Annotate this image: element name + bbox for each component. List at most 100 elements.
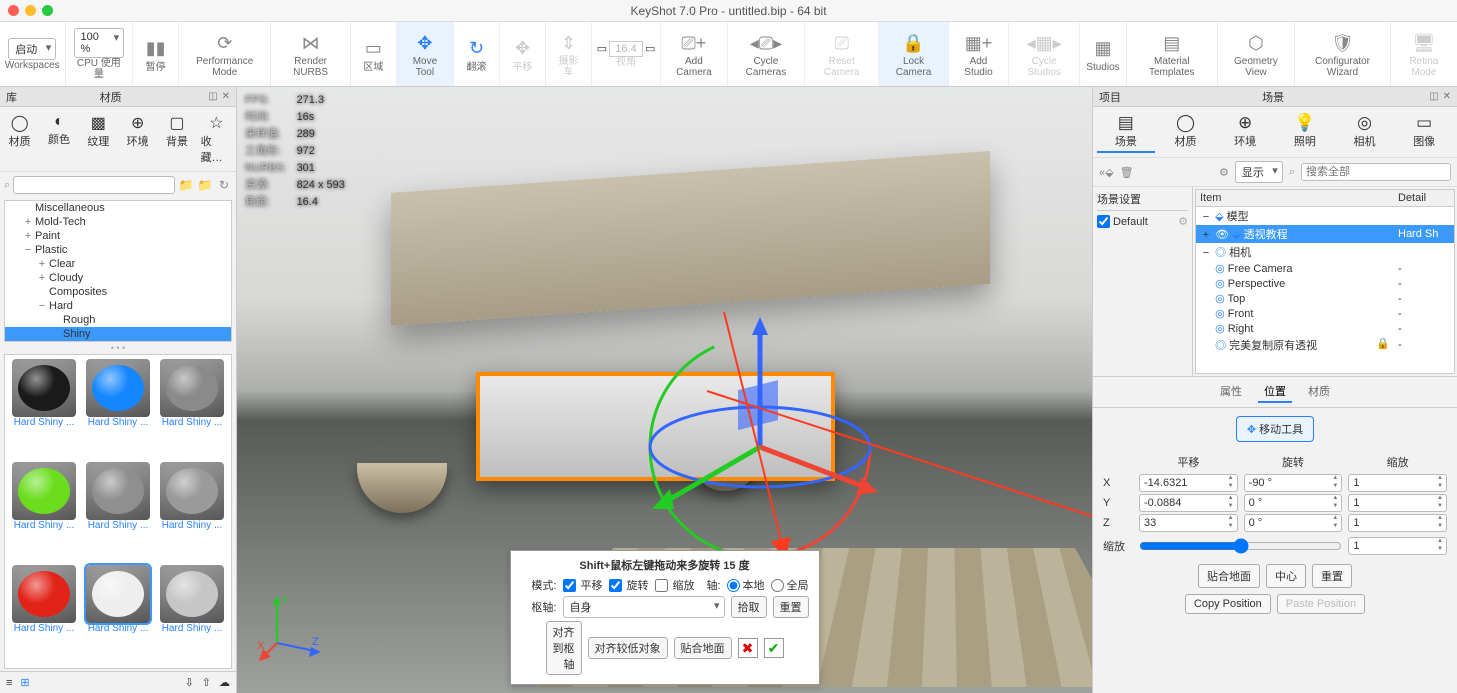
reset-button[interactable]: 重置 (1312, 564, 1352, 588)
tree-item[interactable]: +Paint (5, 229, 231, 243)
tab-texture[interactable]: ▩纹理 (81, 111, 116, 167)
add-camera-button[interactable]: ⎚+Add Camera (661, 22, 728, 86)
refresh-icon[interactable]: ↻ (216, 177, 232, 193)
tab-materials[interactable]: 材质 (1302, 381, 1336, 403)
snap-ground-button[interactable]: 贴合地面 (1198, 564, 1260, 588)
copy-position-button[interactable]: Copy Position (1185, 594, 1271, 614)
tx-input[interactable] (1139, 474, 1238, 492)
tree-item[interactable]: +Mold-Tech (5, 215, 231, 229)
sy-input[interactable] (1348, 494, 1447, 512)
region-button[interactable]: ▭区域 (351, 22, 397, 86)
scene-item[interactable]: ◎ Front- (1196, 306, 1454, 321)
scale-input[interactable] (1348, 537, 1447, 555)
scene-item[interactable]: − ⬙ 模型 (1196, 207, 1454, 226)
scene-item[interactable]: − ◎ 相机 (1196, 243, 1454, 261)
launch-dropdown[interactable]: 启动 (8, 38, 56, 60)
reset-camera-button[interactable]: ⎚Reset Camera (805, 22, 879, 86)
show-dropdown[interactable]: 显示 (1235, 161, 1283, 183)
move-tool-button[interactable]: ✥Move Tool (397, 22, 454, 86)
material-thumbnail[interactable]: Hard Shiny ... (83, 359, 153, 458)
pause-button[interactable]: ▮▮暂停 (133, 22, 179, 86)
material-thumbnail[interactable]: Hard Shiny ... (157, 565, 227, 664)
tab-scene[interactable]: ▤场景 (1097, 111, 1155, 153)
material-thumbnail[interactable]: Hard Shiny ... (9, 462, 79, 561)
scene-item[interactable]: ◎ Free Camera- (1196, 261, 1454, 276)
retina-button[interactable]: 🖥Retina Mode (1391, 22, 1457, 86)
tab-environment[interactable]: ⊕环境 (1216, 111, 1274, 153)
material-thumbnail[interactable]: Hard Shiny ... (83, 565, 153, 664)
undock-icon[interactable]: ◫ (208, 91, 217, 102)
center-button[interactable]: 中心 (1266, 564, 1306, 588)
lock-camera-button[interactable]: 🔒Lock Camera (879, 22, 949, 86)
scene-tree[interactable]: ItemDetail − ⬙ 模型+ 👁 ⬙ 透视教程Hard Sh− ◎ 相机… (1195, 189, 1455, 374)
library-search-input[interactable] (13, 176, 175, 194)
scale-slider[interactable] (1139, 538, 1342, 554)
cycle-cameras-button[interactable]: ◂⎚▸Cycle Cameras (728, 22, 805, 86)
axis-global-radio[interactable]: 全局 (771, 577, 809, 593)
tree-item[interactable]: −Hard (5, 299, 231, 313)
folder-icon[interactable]: 📁 (178, 177, 194, 193)
rz-input[interactable] (1244, 514, 1343, 532)
selected-object[interactable] (476, 372, 835, 481)
tree-item[interactable]: Rough (5, 313, 231, 327)
tab-material[interactable]: ◯材质 (1157, 111, 1215, 153)
rx-input[interactable] (1244, 474, 1343, 492)
geometry-view-button[interactable]: ⬡Geometry View (1218, 22, 1295, 86)
tab-camera[interactable]: ◎相机 (1336, 111, 1394, 153)
cpu-dropdown[interactable]: 100 % (74, 28, 125, 58)
tab-material[interactable]: ◯材质 (2, 111, 37, 167)
splitter[interactable]: • • • (0, 344, 236, 352)
tab-color[interactable]: ◐颜色 (41, 111, 76, 167)
tab-lighting[interactable]: 💡照明 (1276, 111, 1334, 153)
tab-position[interactable]: 位置 (1258, 381, 1292, 403)
tree-item[interactable]: −Plastic (5, 243, 231, 257)
list-view-icon[interactable]: ≡ (6, 677, 12, 689)
confirm-button[interactable]: ✔ (764, 638, 784, 658)
gear-icon[interactable]: ⚙ (1178, 215, 1188, 228)
move-tool-button[interactable]: ✥ 移动工具 (1236, 416, 1314, 442)
material-thumbnail[interactable]: Hard Shiny ... (9, 565, 79, 664)
mode-rotate-check[interactable]: 旋转 (608, 577, 648, 593)
mode-translate-check[interactable]: 平移 (562, 577, 602, 593)
snap-ground-button[interactable]: 贴合地面 (674, 637, 732, 659)
tz-input[interactable] (1139, 514, 1238, 532)
tab-favorites[interactable]: ☆收藏… (199, 111, 234, 167)
close-icon[interactable]: ✕ (222, 91, 230, 102)
material-thumbnail[interactable]: Hard Shiny ... (9, 359, 79, 458)
cpu-usage-group[interactable]: 100 % CPU 使用量 (66, 22, 134, 86)
material-thumbnail[interactable]: Hard Shiny ... (157, 462, 227, 561)
tab-image[interactable]: ▭图像 (1395, 111, 1453, 153)
export-icon[interactable]: ⇧ (202, 676, 211, 689)
cycle-studios-button[interactable]: ◂▦▸Cycle Studios (1009, 22, 1080, 86)
scene-search-input[interactable] (1301, 163, 1451, 181)
tab-backplate[interactable]: ▢背景 (159, 111, 194, 167)
cancel-button[interactable]: ✖ (738, 638, 758, 658)
mode-scale-check[interactable]: 缩放 (654, 577, 694, 593)
axis-local-radio[interactable]: 本地 (727, 577, 765, 593)
collapse-icon[interactable]: «⬙ (1099, 166, 1114, 179)
folder-add-icon[interactable]: 📁 (197, 177, 213, 193)
viewport[interactable]: FPS:271.3时间:16s采样值:289三角形:972NURBS:301资源… (237, 87, 1092, 693)
paste-position-button[interactable]: Paste Position (1277, 594, 1365, 614)
tab-environment[interactable]: ⊕环境 (120, 111, 155, 167)
dolly-button[interactable]: ⇕摄影车 (546, 22, 592, 86)
sz-input[interactable] (1348, 514, 1447, 532)
add-studio-button[interactable]: ▦+Add Studio (949, 22, 1009, 86)
scene-item[interactable]: + 👁 ⬙ 透视教程Hard Sh (1196, 225, 1454, 243)
sx-input[interactable] (1348, 474, 1447, 492)
scene-item[interactable]: ◎ Right- (1196, 321, 1454, 336)
undock-icon[interactable]: ◫ (1429, 91, 1438, 102)
cloud-icon[interactable]: ☁ (219, 676, 230, 689)
tree-item[interactable]: Shiny (5, 327, 231, 341)
material-thumbnail[interactable]: Hard Shiny ... (83, 462, 153, 561)
reset-pivot-button[interactable]: 重置 (773, 596, 809, 618)
nurbs-button[interactable]: ⋈Render NURBS (271, 22, 350, 86)
scene-item[interactable]: ◎ Perspective- (1196, 276, 1454, 291)
gear-icon[interactable]: ⚙ (1219, 166, 1229, 179)
align-pivot-button[interactable]: 对齐到枢轴 (546, 621, 582, 675)
default-check[interactable]: Default (1097, 215, 1148, 228)
scene-item[interactable]: ◎ Top- (1196, 291, 1454, 306)
fov-group[interactable]: ▭▭ 视角 (592, 22, 661, 86)
configurator-button[interactable]: 🛡Configurator Wizard (1295, 22, 1391, 86)
pan-button[interactable]: ✥平移 (500, 22, 546, 86)
